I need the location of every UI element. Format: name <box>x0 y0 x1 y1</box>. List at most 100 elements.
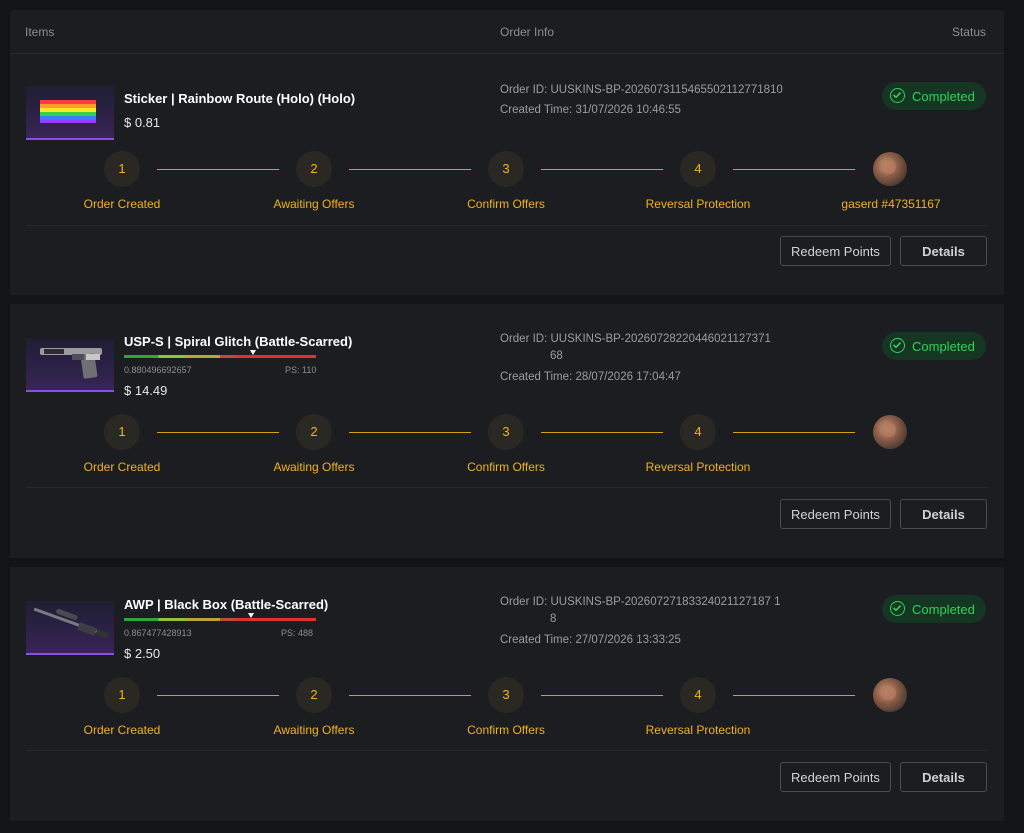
check-circle-icon <box>890 338 905 353</box>
step-4-circle: 4 <box>680 151 716 187</box>
item-name[interactable]: Sticker | Rainbow Route (Holo) (Holo) <box>124 91 355 106</box>
sticker-rainbow-icon <box>40 100 96 123</box>
details-button[interactable]: Details <box>900 762 987 792</box>
step-1-label: Order Created <box>83 460 161 474</box>
step-3-label: Confirm Offers <box>467 197 545 211</box>
step-1-label: Order Created <box>83 723 161 737</box>
redeem-points-button[interactable]: Redeem Points <box>780 236 891 266</box>
status-text: Completed <box>912 339 975 354</box>
step-2-circle: 2 <box>296 414 332 450</box>
step-1-circle: 1 <box>104 414 140 450</box>
order-card: AWP | Black Box (Battle-Scarred) 0.86747… <box>10 567 1004 821</box>
redeem-points-button[interactable]: Redeem Points <box>780 499 891 529</box>
step-1-label: Order Created <box>83 197 161 211</box>
order-id-value-cont: 8 <box>550 613 557 625</box>
order-id-value: UUSKINS-BP-20260728220446021127371 <box>550 333 771 345</box>
user-avatar[interactable] <box>873 152 907 186</box>
step-connector <box>733 432 855 433</box>
order-id-value-cont: 68 <box>550 350 563 362</box>
created-time-label: Created Time: <box>500 104 573 116</box>
step-4-label: Reversal Protection <box>645 460 751 474</box>
order-id: Order ID: UUSKINS-BP-2026072718332402112… <box>500 594 790 628</box>
buyer-username: gaserd #47351167 <box>841 197 941 211</box>
item-price: $ 0.81 <box>124 115 161 130</box>
step-3-label: Confirm Offers <box>467 723 545 737</box>
created-time: Created Time: 31/07/2026 10:46:55 <box>500 102 790 119</box>
status-badge: Completed <box>882 332 986 360</box>
order-id: Order ID: UUSKINS-BP-2026073115465502112… <box>500 82 790 99</box>
wear-bar <box>124 355 316 358</box>
status-badge: Completed <box>882 595 986 623</box>
order-id-value: UUSKINS-BP-2026073115465502112771810 <box>550 84 783 96</box>
redeem-points-button[interactable]: Redeem Points <box>780 762 891 792</box>
step-connector <box>157 432 279 433</box>
step-4-label: Reversal Protection <box>645 197 751 211</box>
created-time: Created Time: 28/07/2026 17:04:47 <box>500 369 790 386</box>
status-text: Completed <box>912 89 975 104</box>
order-id-value: UUSKINS-BP-20260727183324021127187 1 <box>550 596 781 608</box>
step-connector <box>733 169 855 170</box>
orders-table-header: Items Order Info Status <box>10 10 1004 54</box>
step-connector <box>733 695 855 696</box>
user-avatar[interactable] <box>873 678 907 712</box>
step-connector <box>157 169 279 170</box>
step-2-label: Awaiting Offers <box>273 460 355 474</box>
step-connector <box>349 432 471 433</box>
wear-bar <box>124 618 316 621</box>
step-3-circle: 3 <box>488 151 524 187</box>
item-thumbnail[interactable] <box>26 601 114 655</box>
item-price: $ 14.49 <box>124 383 168 398</box>
step-2-label: Awaiting Offers <box>273 723 355 737</box>
order-id-label: Order ID: <box>500 596 548 608</box>
divider <box>26 487 987 488</box>
details-button[interactable]: Details <box>900 499 987 529</box>
step-2-circle: 2 <box>296 151 332 187</box>
item-thumbnail[interactable] <box>26 86 114 140</box>
pistol-icon <box>40 348 102 379</box>
step-connector <box>349 695 471 696</box>
created-time-value: 27/07/2026 13:33:25 <box>575 634 681 646</box>
step-3-circle: 3 <box>488 677 524 713</box>
step-1-circle: 1 <box>104 151 140 187</box>
column-header-items: Items <box>25 25 55 39</box>
created-time-label: Created Time: <box>500 634 573 646</box>
created-time-value: 31/07/2026 10:46:55 <box>575 104 681 116</box>
sniper-rifle-icon <box>33 607 109 639</box>
order-id: Order ID: UUSKINS-BP-2026072822044602112… <box>500 331 790 365</box>
check-circle-icon <box>890 88 905 103</box>
wear-marker <box>248 613 254 618</box>
step-4-circle: 4 <box>680 414 716 450</box>
details-button[interactable]: Details <box>900 236 987 266</box>
step-3-label: Confirm Offers <box>467 460 545 474</box>
item-name[interactable]: USP-S | Spiral Glitch (Battle-Scarred) <box>124 334 352 349</box>
step-2-label: Awaiting Offers <box>273 197 355 211</box>
step-4-circle: 4 <box>680 677 716 713</box>
step-4-label: Reversal Protection <box>645 723 751 737</box>
user-avatar[interactable] <box>873 415 907 449</box>
status-text: Completed <box>912 602 975 617</box>
order-card: Sticker | Rainbow Route (Holo) (Holo) $ … <box>10 54 1004 295</box>
order-id-label: Order ID: <box>500 333 548 345</box>
step-1-circle: 1 <box>104 677 140 713</box>
item-name[interactable]: AWP | Black Box (Battle-Scarred) <box>124 597 328 612</box>
float-value: 0.880496692657 <box>124 365 192 375</box>
pattern-seed: PS: 110 <box>285 365 317 375</box>
order-card: USP-S | Spiral Glitch (Battle-Scarred) 0… <box>10 304 1004 558</box>
step-connector <box>349 169 471 170</box>
order-id-label: Order ID: <box>500 84 548 96</box>
step-2-circle: 2 <box>296 677 332 713</box>
step-connector <box>541 695 663 696</box>
item-price: $ 2.50 <box>124 646 161 661</box>
pattern-seed: PS: 488 <box>281 628 314 638</box>
step-connector <box>157 695 279 696</box>
created-time-value: 28/07/2026 17:04:47 <box>575 371 681 383</box>
divider <box>26 750 987 751</box>
step-connector <box>541 169 663 170</box>
step-3-circle: 3 <box>488 414 524 450</box>
item-thumbnail[interactable] <box>26 338 114 392</box>
column-header-status: Status <box>951 25 986 39</box>
wear-marker <box>250 350 256 355</box>
check-circle-icon <box>890 601 905 616</box>
step-connector <box>541 432 663 433</box>
created-time: Created Time: 27/07/2026 13:33:25 <box>500 632 790 649</box>
